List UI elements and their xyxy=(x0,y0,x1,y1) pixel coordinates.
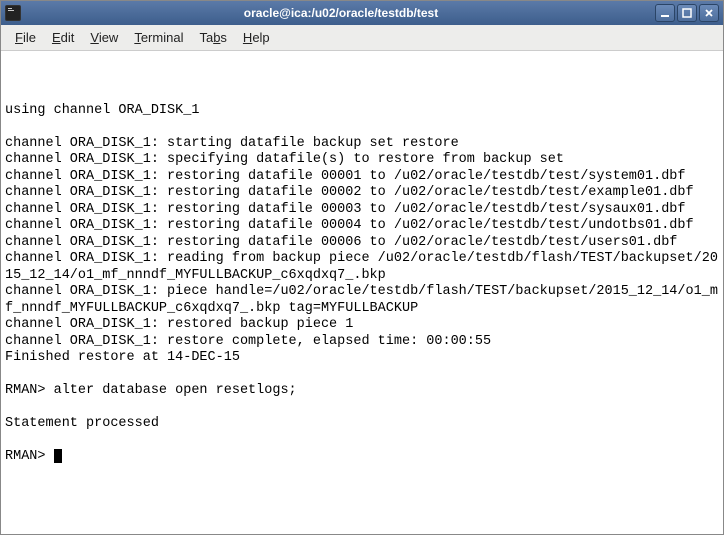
terminal-line xyxy=(5,433,719,450)
menubar: File Edit View Terminal Tabs Help xyxy=(1,25,723,51)
terminal-line: channel ORA_DISK_1: reading from backup … xyxy=(5,251,719,284)
menu-terminal[interactable]: Terminal xyxy=(128,28,189,47)
window-controls xyxy=(655,4,719,22)
terminal-line: Statement processed xyxy=(5,416,719,433)
menu-file[interactable]: File xyxy=(9,28,42,47)
terminal-output[interactable]: using channel ORA_DISK_1 channel ORA_DIS… xyxy=(1,51,723,534)
terminal-line: channel ORA_DISK_1: specifying datafile(… xyxy=(5,152,719,169)
close-button[interactable] xyxy=(699,4,719,22)
menu-tabs[interactable]: Tabs xyxy=(193,28,232,47)
terminal-line: Finished restore at 14-DEC-15 xyxy=(5,350,719,367)
terminal-line xyxy=(5,400,719,417)
terminal-line: channel ORA_DISK_1: restoring datafile 0… xyxy=(5,169,719,186)
terminal-line: channel ORA_DISK_1: restored backup piec… xyxy=(5,317,719,334)
terminal-line xyxy=(5,86,719,103)
terminal-line: channel ORA_DISK_1: piece handle=/u02/or… xyxy=(5,284,719,317)
menu-help[interactable]: Help xyxy=(237,28,276,47)
terminal-line xyxy=(5,367,719,384)
menu-view[interactable]: View xyxy=(84,28,124,47)
terminal-line: channel ORA_DISK_1: starting datafile ba… xyxy=(5,136,719,153)
app-icon xyxy=(5,5,21,21)
terminal-line: channel ORA_DISK_1: restoring datafile 0… xyxy=(5,202,719,219)
terminal-line: channel ORA_DISK_1: restoring datafile 0… xyxy=(5,235,719,252)
window-title: oracle@ica:/u02/oracle/testdb/test xyxy=(27,6,655,20)
terminal-line: channel ORA_DISK_1: restoring datafile 0… xyxy=(5,218,719,235)
terminal-cursor xyxy=(54,449,62,463)
menu-edit[interactable]: Edit xyxy=(46,28,80,47)
maximize-button[interactable] xyxy=(677,4,697,22)
terminal-line: RMAN> alter database open resetlogs; xyxy=(5,383,719,400)
terminal-line: using channel ORA_DISK_1 xyxy=(5,103,719,120)
terminal-line: channel ORA_DISK_1: restoring datafile 0… xyxy=(5,185,719,202)
terminal-line: channel ORA_DISK_1: restore complete, el… xyxy=(5,334,719,351)
terminal-prompt: RMAN> xyxy=(5,449,54,464)
terminal-window: oracle@ica:/u02/oracle/testdb/test File … xyxy=(0,0,724,535)
minimize-button[interactable] xyxy=(655,4,675,22)
titlebar[interactable]: oracle@ica:/u02/oracle/testdb/test xyxy=(1,1,723,25)
terminal-prompt-line[interactable]: RMAN> xyxy=(5,449,719,466)
terminal-line xyxy=(5,119,719,136)
